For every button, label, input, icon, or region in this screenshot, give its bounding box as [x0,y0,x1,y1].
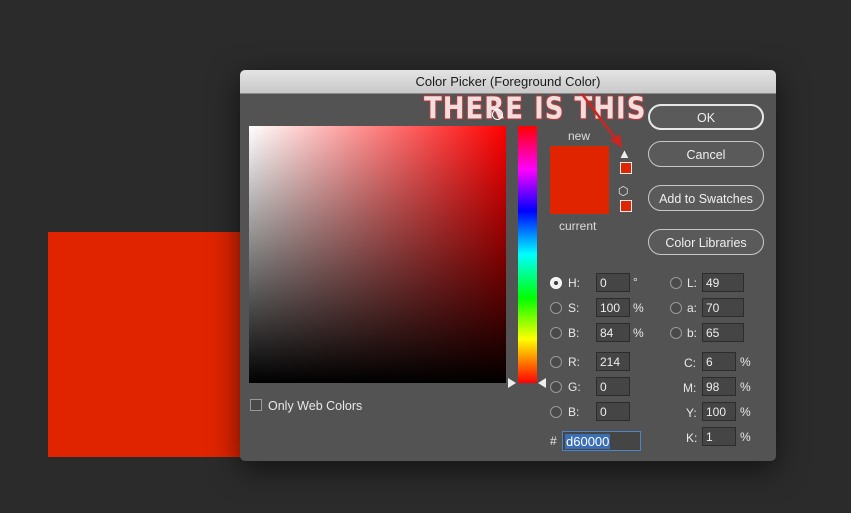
only-web-colors-checkbox[interactable] [250,399,262,411]
add-to-swatches-button[interactable]: Add to Swatches [648,185,764,211]
unit-y: % [740,405,751,419]
color-libraries-button[interactable]: Color Libraries [648,229,764,255]
unit-c: % [740,355,751,369]
unit-m: % [740,380,751,394]
hue-slider-handle-left[interactable] [508,378,516,388]
label-h: H: [568,276,580,290]
warning-triangle-icon[interactable]: ▲ [618,146,631,161]
color-picker-dialog: Color Picker (Foreground Color) THERE IS… [240,70,776,461]
input-c[interactable]: 6 [702,352,736,371]
label-y: Y: [686,406,697,420]
input-k[interactable]: 1 [702,427,736,446]
hex-input[interactable]: d60000 [562,431,641,451]
input-a[interactable]: 70 [702,298,744,317]
hue-slider[interactable] [518,126,537,383]
input-lab-b[interactable]: 65 [702,323,744,342]
input-m[interactable]: 98 [702,377,736,396]
label-r: R: [568,355,580,369]
unit-b: % [633,326,644,340]
input-h[interactable]: 0 [596,273,630,292]
label-l: L: [687,276,698,290]
label-blue: B: [568,405,580,419]
annotation-arrow-icon [581,93,622,148]
input-r[interactable]: 214 [596,352,630,371]
dialog-title: Color Picker (Foreground Color) [240,70,776,94]
document-red-swatch [48,232,248,457]
web-safe-swatch[interactable] [620,200,632,212]
input-blue[interactable]: 0 [596,402,630,421]
cancel-button[interactable]: Cancel [648,141,764,167]
input-y[interactable]: 100 [702,402,736,421]
new-label: new [568,129,591,143]
new-color-swatch [550,146,609,180]
gamut-warning-swatch[interactable] [620,162,632,174]
input-s[interactable]: 100 [596,298,630,317]
hex-prefix: # [550,434,557,448]
unit-h: ° [633,275,638,289]
current-color-swatch[interactable] [550,180,609,214]
input-g[interactable]: 0 [596,377,630,396]
radio-r[interactable] [550,356,562,368]
radio-a[interactable] [670,302,682,314]
radio-b[interactable] [550,327,562,339]
unit-k: % [740,430,751,444]
label-k: K: [686,431,698,445]
label-b: B: [568,326,580,340]
radio-l[interactable] [670,277,682,289]
label-g: G: [568,380,581,394]
radio-s[interactable] [550,302,562,314]
radio-g[interactable] [550,381,562,393]
hue-slider-handle-right[interactable] [538,378,546,388]
radio-h[interactable] [550,277,562,289]
unit-s: % [633,301,644,315]
label-m: M: [683,381,697,395]
ok-button[interactable]: OK [648,104,764,130]
label-a: a: [687,301,698,315]
hex-value: d60000 [565,434,611,449]
label-s: S: [568,301,580,315]
color-field[interactable] [249,126,506,383]
label-lab-b: b: [687,326,698,340]
only-web-colors-label: Only Web Colors [268,399,363,413]
label-c: C: [684,356,696,370]
radio-blue[interactable] [550,406,562,418]
input-b[interactable]: 84 [596,323,630,342]
input-l[interactable]: 49 [702,273,744,292]
current-label: current [559,219,597,233]
cube-icon[interactable]: ⬡ [618,184,628,198]
radio-lab-b[interactable] [670,327,682,339]
color-field-cursor[interactable] [492,109,503,120]
